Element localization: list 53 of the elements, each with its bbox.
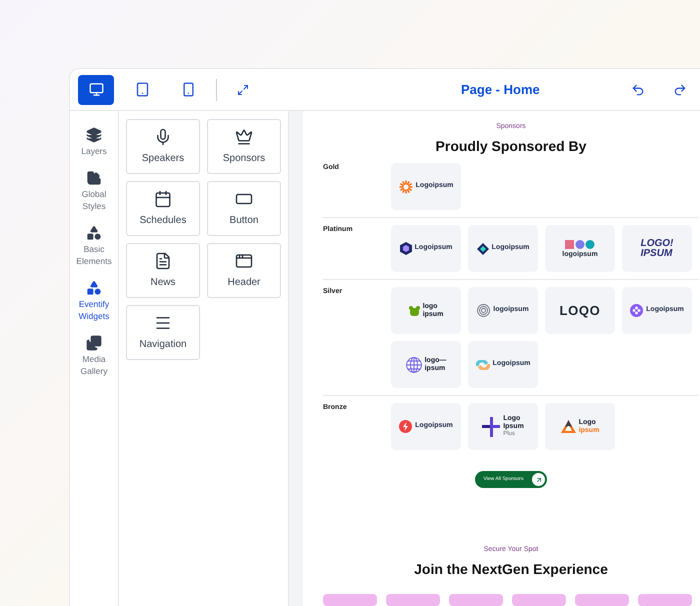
ticket-pill (449, 594, 503, 606)
rail-tab[interactable]: Global Styles (70, 170, 118, 212)
logo-mark-icon (476, 242, 489, 254)
logo-mark-icon (482, 416, 500, 436)
widget-tile[interactable]: Speakers (126, 119, 200, 174)
rail-tab[interactable]: Basic Elements (70, 225, 118, 267)
section-heading: Proudly Sponsored By (436, 137, 586, 155)
section-heading: Join the NextGen Experience (414, 560, 608, 578)
shapes-icon (86, 225, 102, 241)
document-icon (154, 252, 172, 270)
expand-icon (237, 84, 249, 96)
logo-mark-icon (399, 420, 412, 433)
rail-tab[interactable]: Media Gallery (70, 335, 118, 377)
logo-mark-icon (560, 420, 576, 434)
undo-icon (630, 82, 645, 96)
tablet-icon (134, 82, 150, 97)
crown-icon (235, 128, 253, 146)
calendar-icon (154, 190, 172, 208)
device-button[interactable] (78, 74, 114, 104)
ticket-pill (323, 594, 377, 606)
ticket-pill (575, 594, 629, 606)
logo-mark-icon (477, 304, 490, 317)
ticket-pill (512, 594, 566, 606)
ticket-pill (638, 594, 692, 606)
logo-text: LOQO (560, 304, 600, 317)
logo-mark-icon (408, 306, 420, 316)
widget-tile[interactable]: Button (207, 181, 281, 236)
logo-mark-icon (400, 242, 412, 255)
monitor-icon (88, 82, 104, 97)
logo-mark-icon (398, 180, 413, 194)
widget-tile[interactable]: Sponsors (207, 119, 281, 174)
microphone-icon (154, 128, 172, 146)
redo-icon (672, 82, 687, 96)
page-title: Page - Home (461, 80, 540, 99)
window-icon (235, 252, 253, 270)
phone-icon (180, 82, 196, 97)
sponsor-logo-card[interactable]: LOGO! IPSUM (622, 225, 692, 272)
widget-tile[interactable]: News (126, 243, 200, 298)
logo-mark-icon (564, 240, 595, 248)
logo-text: IPSUM (640, 248, 674, 258)
widget-tile[interactable]: Schedules (126, 181, 200, 236)
rail-tab[interactable]: Eventify Widgets (70, 280, 118, 322)
ticket-pill (386, 594, 440, 606)
rail-tab[interactable]: Layers (70, 127, 118, 157)
logo-mark-icon (406, 356, 422, 372)
logo-mark-icon (476, 360, 490, 370)
widget-tile[interactable]: Navigation (126, 305, 200, 360)
sponsor-logo-card[interactable]: LOQO (545, 287, 615, 334)
logo-text: LOGO! (640, 238, 674, 248)
layers-icon (86, 127, 102, 143)
logo-mark-icon (630, 304, 644, 317)
shapes-icon (86, 280, 102, 296)
widget-tile[interactable]: Header (207, 243, 281, 298)
